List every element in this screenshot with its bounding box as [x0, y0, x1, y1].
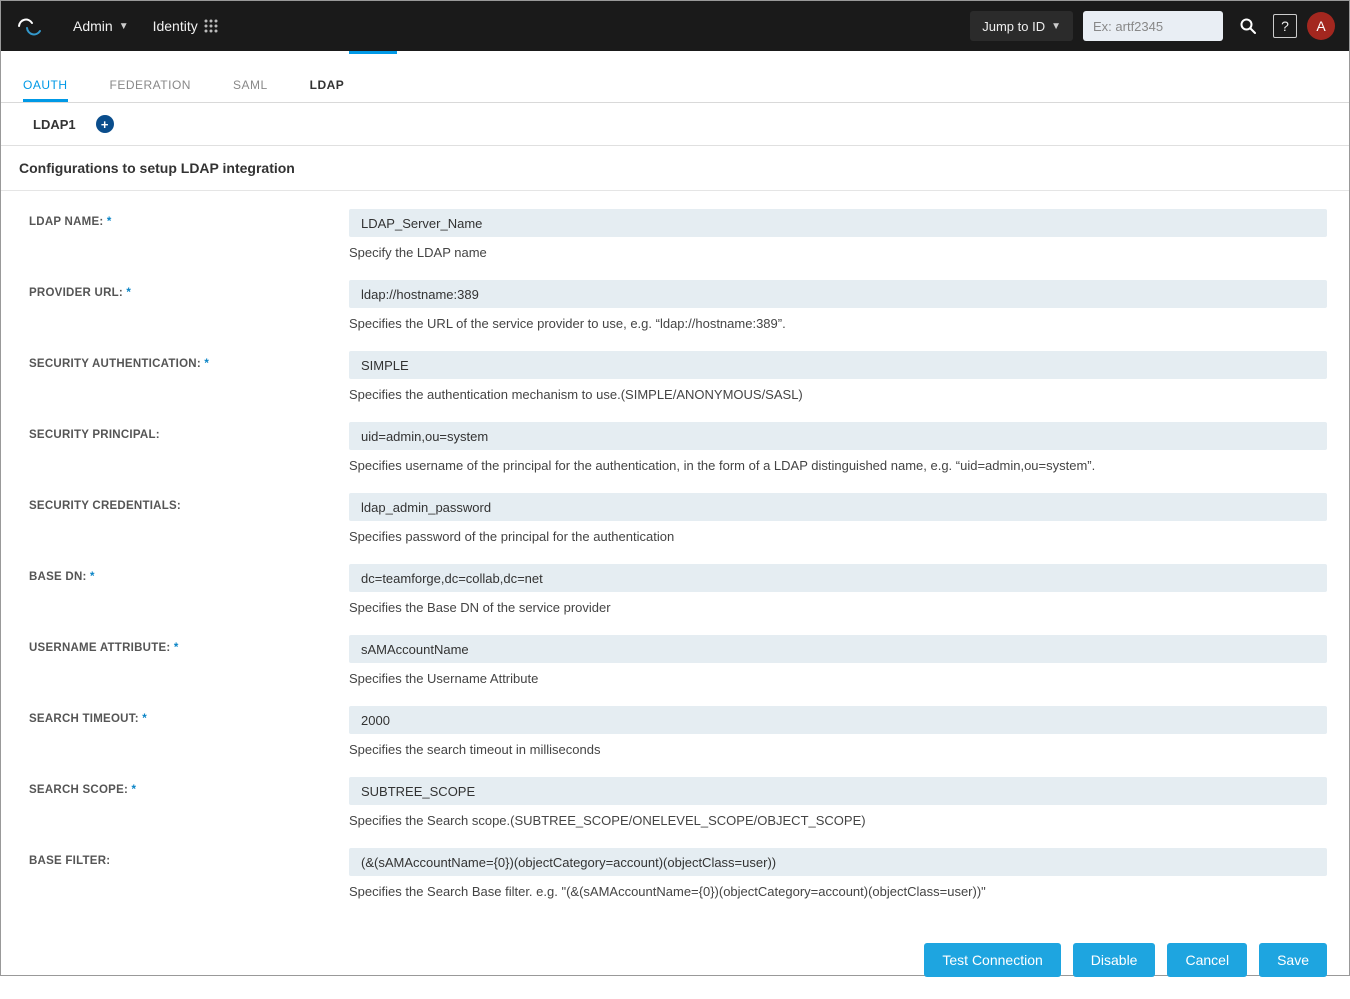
label-base-filter: BASE FILTER:	[29, 848, 349, 867]
subtab-bar: LDAP1 +	[1, 103, 1349, 146]
required-indicator: *	[128, 784, 136, 796]
required-indicator: *	[201, 358, 209, 370]
input-security-credentials[interactable]	[349, 493, 1327, 521]
form-area: LDAP NAME: * Specify the LDAP name PROVIDE…	[1, 191, 1349, 929]
chevron-down-icon: ▼	[1051, 21, 1061, 32]
label-security-authentication: SECURITY AUTHENTICATION: *	[29, 351, 349, 370]
help-provider-url: Specifies the URL of the service provide…	[349, 316, 1327, 331]
accent-strip	[1, 51, 1349, 65]
input-base-filter[interactable]	[349, 848, 1327, 876]
required-indicator: *	[123, 287, 131, 299]
label-username-attribute: USERNAME ATTRIBUTE: *	[29, 635, 349, 654]
input-search-scope[interactable]	[349, 777, 1327, 805]
help-base-filter: Specifies the Search Base filter. e.g. "…	[349, 884, 1327, 899]
form-row-security-credentials: SECURITY CREDENTIALS: Specifies password …	[29, 493, 1327, 560]
input-ldap-name[interactable]	[349, 209, 1327, 237]
form-row-username-attribute: USERNAME ATTRIBUTE: * Specifies the Usern…	[29, 635, 1327, 702]
form-row-provider-url: PROVIDER URL: * Specifies the URL of the …	[29, 280, 1327, 347]
help-security-principal: Specifies username of the principal for …	[349, 458, 1327, 473]
plus-icon: +	[101, 117, 109, 132]
help-security-credentials: Specifies password of the principal for …	[349, 529, 1327, 544]
help-security-authentication: Specifies the authentication mechanism t…	[349, 387, 1327, 402]
form-row-base-filter: BASE FILTER: Specifies the Search Base fi…	[29, 848, 1327, 915]
label-security-principal: SECURITY PRINCIPAL:	[29, 422, 349, 441]
jump-to-id-label: Jump to ID	[982, 19, 1045, 34]
help-search-timeout: Specifies the search timeout in millisec…	[349, 742, 1327, 757]
form-row-ldap-name: LDAP NAME: * Specify the LDAP name	[29, 209, 1327, 276]
save-button[interactable]: Save	[1259, 943, 1327, 977]
input-search-timeout[interactable]	[349, 706, 1327, 734]
help-icon[interactable]: ?	[1273, 14, 1297, 38]
action-bar: Test Connection Disable Cancel Save	[1, 929, 1349, 999]
tab-federation[interactable]: FEDERATION	[110, 68, 191, 102]
tab-saml[interactable]: SAML	[233, 68, 268, 102]
admin-menu-label: Admin	[73, 18, 113, 34]
label-ldap-name: LDAP NAME: *	[29, 209, 349, 228]
cancel-button[interactable]: Cancel	[1167, 943, 1247, 977]
help-base-dn: Specifies the Base DN of the service pro…	[349, 600, 1327, 615]
form-row-base-dn: BASE DN: * Specifies the Base DN of the s…	[29, 564, 1327, 631]
help-ldap-name: Specify the LDAP name	[349, 245, 1327, 260]
top-bar: Admin ▼ Identity Jump to ID ▼ ?	[1, 1, 1349, 51]
admin-menu[interactable]: Admin ▼	[73, 18, 129, 34]
subtab-ldap1[interactable]: LDAP1	[33, 117, 76, 132]
disable-button[interactable]: Disable	[1073, 943, 1156, 977]
label-base-dn: BASE DN: *	[29, 564, 349, 583]
form-row-search-timeout: SEARCH TIMEOUT: * Specifies the search ti…	[29, 706, 1327, 773]
label-provider-url: PROVIDER URL: *	[29, 280, 349, 299]
tab-oauth[interactable]: OAUTH	[23, 68, 68, 102]
input-security-principal[interactable]	[349, 422, 1327, 450]
label-search-scope: SEARCH SCOPE: *	[29, 777, 349, 796]
section-title: Configurations to setup LDAP integration	[1, 146, 1349, 191]
input-base-dn[interactable]	[349, 564, 1327, 592]
input-security-authentication[interactable]	[349, 351, 1327, 379]
main-tabs: OAUTH FEDERATION SAML LDAP	[1, 65, 1349, 103]
required-indicator: *	[139, 713, 147, 725]
label-search-timeout: SEARCH TIMEOUT: *	[29, 706, 349, 725]
input-provider-url[interactable]	[349, 280, 1327, 308]
search-icon[interactable]	[1233, 11, 1263, 41]
jump-to-id-button[interactable]: Jump to ID ▼	[970, 11, 1073, 41]
required-indicator: *	[170, 642, 178, 654]
form-row-search-scope: SEARCH SCOPE: * Specifies the Search scop…	[29, 777, 1327, 844]
form-row-security-principal: SECURITY PRINCIPAL: Specifies username of…	[29, 422, 1327, 489]
form-row-security-authentication: SECURITY AUTHENTICATION: * Specifies the …	[29, 351, 1327, 418]
help-username-attribute: Specifies the Username Attribute	[349, 671, 1327, 686]
identity-menu-label: Identity	[153, 18, 198, 34]
avatar[interactable]: A	[1307, 12, 1335, 40]
app-grid-icon	[204, 19, 218, 33]
chevron-down-icon: ▼	[119, 21, 129, 32]
input-username-attribute[interactable]	[349, 635, 1327, 663]
test-connection-button[interactable]: Test Connection	[924, 943, 1060, 977]
help-search-scope: Specifies the Search scope.(SUBTREE_SCOP…	[349, 813, 1327, 828]
add-ldap-button[interactable]: +	[96, 115, 114, 133]
search-input[interactable]	[1083, 11, 1223, 41]
label-security-credentials: SECURITY CREDENTIALS:	[29, 493, 349, 512]
tab-ldap[interactable]: LDAP	[310, 68, 345, 102]
app-logo[interactable]	[15, 15, 49, 37]
identity-menu[interactable]: Identity	[153, 18, 218, 34]
required-indicator: *	[103, 216, 111, 228]
required-indicator: *	[87, 571, 95, 583]
